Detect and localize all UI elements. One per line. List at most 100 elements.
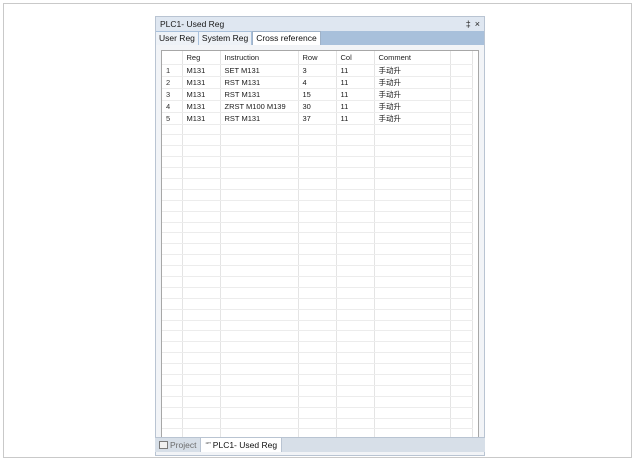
- empty-row: [162, 309, 473, 321]
- empty-cell: [336, 156, 375, 169]
- empty-cell: [298, 407, 337, 419]
- empty-cell: [182, 352, 221, 365]
- column-header-instruction[interactable]: Instruction: [220, 51, 299, 65]
- row-index: 4: [162, 100, 183, 113]
- empty-cell: [162, 211, 183, 223]
- empty-cell: [162, 396, 183, 408]
- empty-cell: [182, 265, 221, 277]
- empty-cell: [374, 189, 451, 201]
- table-row[interactable]: 4 M131 ZRST M100 M139 30 11 手动升: [162, 100, 473, 113]
- empty-cell: [182, 363, 221, 375]
- empty-cell: [162, 200, 183, 212]
- empty-cell: [182, 211, 221, 223]
- pin-icon[interactable]: ‡: [466, 19, 471, 29]
- empty-cell: [450, 418, 473, 430]
- empty-cell: [336, 211, 375, 223]
- reg-cell: M131: [182, 64, 221, 77]
- empty-cell: [182, 287, 221, 299]
- bottom-tab-project[interactable]: Project: [155, 438, 202, 452]
- empty-cell: [374, 156, 451, 169]
- empty-cell: [450, 287, 473, 299]
- empty-cell: [182, 156, 221, 169]
- empty-cell: [162, 167, 183, 179]
- empty-cell: [336, 178, 375, 190]
- empty-cell: [182, 330, 221, 343]
- empty-cell: [374, 254, 451, 267]
- empty-cell: [450, 211, 473, 223]
- empty-cell: [220, 232, 299, 245]
- instruction-cell: ZRST M100 M139: [220, 100, 299, 113]
- empty-cell: [374, 396, 451, 408]
- empty-row: [162, 330, 473, 343]
- empty-cell: [162, 352, 183, 365]
- empty-cell: [220, 124, 299, 136]
- empty-cell: [450, 145, 473, 158]
- used-reg-panel: PLC1- Used Reg ‡ × User Reg System Reg C…: [155, 16, 485, 456]
- empty-cell: [162, 124, 183, 136]
- column-header-reg[interactable]: Reg: [182, 51, 221, 65]
- empty-cell: [374, 167, 451, 179]
- table-row[interactable]: 1 M131 SET M131 3 11 手动升: [162, 64, 473, 77]
- table-row[interactable]: 2 M131 RST M131 4 11 手动升: [162, 76, 473, 89]
- comment-cell: 手动升: [374, 112, 451, 125]
- empty-cell: [298, 265, 337, 277]
- empty-cell: [336, 254, 375, 267]
- row-cell: 15: [298, 88, 337, 101]
- bottom-tab-used-reg[interactable]: “” PLC1- Used Reg: [201, 438, 283, 452]
- empty-cell: [298, 156, 337, 169]
- empty-cell: [182, 134, 221, 147]
- column-header-row[interactable]: Row: [298, 51, 337, 65]
- tab-system-reg[interactable]: System Reg: [198, 32, 253, 45]
- reg-cell: M131: [182, 112, 221, 125]
- empty-cell: [336, 287, 375, 299]
- panel-title: PLC1- Used Reg: [160, 19, 225, 29]
- empty-cell: [182, 178, 221, 190]
- empty-cell: [336, 134, 375, 147]
- row-index: 1: [162, 64, 183, 77]
- empty-cell: [374, 330, 451, 343]
- close-icon[interactable]: ×: [475, 19, 480, 29]
- cross-reference-grid[interactable]: Reg Instruction Row Col Comment 1 M131 SET…: [161, 50, 479, 448]
- table-row[interactable]: 3 M131 RST M131 15 11 手动升: [162, 88, 473, 101]
- empty-cell: [374, 341, 451, 354]
- tab-cross-reference[interactable]: Cross reference: [252, 31, 321, 45]
- tab-strip: User Reg System Reg Cross reference: [156, 31, 484, 45]
- empty-cell: [450, 320, 473, 332]
- empty-cell: [162, 232, 183, 245]
- empty-cell: [298, 232, 337, 245]
- row-index: 5: [162, 112, 183, 125]
- empty-cell: [298, 134, 337, 147]
- tab-user-reg[interactable]: User Reg: [156, 32, 199, 45]
- empty-row: [162, 178, 473, 190]
- empty-cell: [336, 396, 375, 408]
- empty-row: [162, 265, 473, 277]
- table-body: 1 M131 SET M131 3 11 手动升 2 M131 RST M131 4 11 手动升 3 M…: [162, 64, 473, 441]
- empty-cell: [450, 363, 473, 375]
- empty-cell: [450, 374, 473, 386]
- column-header-comment[interactable]: Comment: [374, 51, 451, 65]
- empty-cell: [336, 418, 375, 430]
- empty-cell: [298, 418, 337, 430]
- column-header-col[interactable]: Col: [336, 51, 375, 65]
- empty-row: [162, 145, 473, 158]
- empty-cell: [336, 352, 375, 365]
- empty-cell: [220, 200, 299, 212]
- empty-cell: [220, 287, 299, 299]
- empty-cell: [450, 254, 473, 267]
- empty-cell: [450, 134, 473, 147]
- empty-cell: [298, 200, 337, 212]
- filler-cell: [450, 100, 473, 113]
- empty-cell: [336, 189, 375, 201]
- comment-cell: 手动升: [374, 88, 451, 101]
- empty-cell: [182, 320, 221, 332]
- empty-cell: [336, 243, 375, 256]
- empty-cell: [220, 330, 299, 343]
- empty-cell: [162, 363, 183, 375]
- empty-cell: [450, 385, 473, 397]
- empty-cell: [298, 374, 337, 386]
- row-index: 2: [162, 76, 183, 89]
- table-row[interactable]: 5 M131 RST M131 37 11 手动升: [162, 112, 473, 125]
- empty-cell: [374, 124, 451, 136]
- empty-cell: [298, 124, 337, 136]
- empty-cell: [374, 309, 451, 321]
